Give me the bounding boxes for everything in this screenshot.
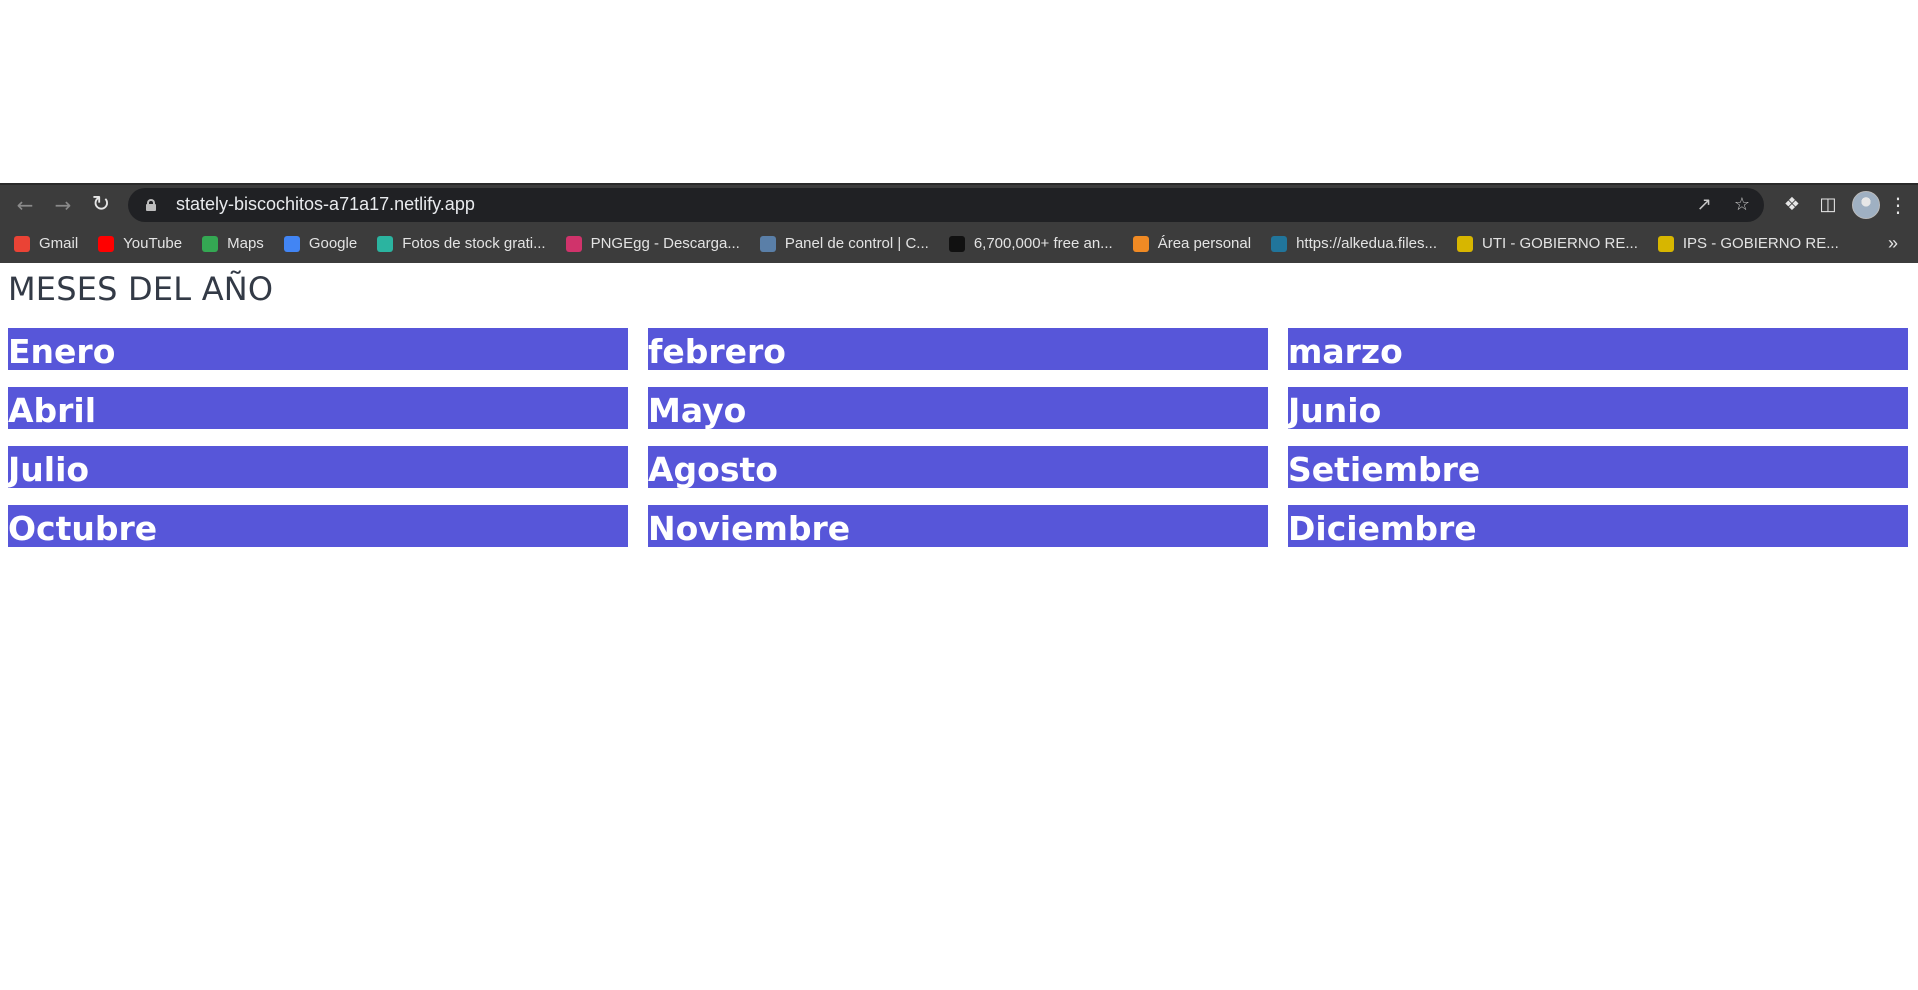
month-item: Junio bbox=[1288, 387, 1908, 429]
month-item: Diciembre bbox=[1288, 505, 1908, 547]
bookmark-item[interactable]: Gmail bbox=[14, 235, 78, 252]
google-icon bbox=[283, 235, 300, 252]
panel-icon bbox=[759, 235, 776, 252]
forward-arrow-icon[interactable]: → bbox=[48, 190, 78, 220]
wordpress-icon bbox=[1271, 235, 1288, 252]
bookmark-item[interactable]: PNGEgg - Descarga... bbox=[565, 235, 740, 252]
month-item: Setiembre bbox=[1288, 446, 1908, 488]
url-text[interactable]: stately-biscochitos-a71a17.netlify.app bbox=[176, 194, 1675, 215]
share-icon[interactable]: ↗ bbox=[1697, 194, 1712, 215]
bookmark-label: Panel de control | C... bbox=[784, 235, 929, 252]
month-item: Enero bbox=[8, 328, 628, 370]
page-content: MESES DEL AÑO Enero febrero marzo Abril Mayo… bbox=[0, 269, 1918, 547]
bookmark-label: IPS - GOBIERNO RE... bbox=[1682, 235, 1839, 252]
bookmark-label: https://alkedua.files... bbox=[1296, 235, 1438, 252]
gobierno-icon-2 bbox=[1657, 235, 1674, 252]
bookmark-star-icon[interactable]: ☆ bbox=[1734, 194, 1750, 215]
browser-toolbar: ← → ↻ stately-biscochitos-a71a17.netlify… bbox=[0, 185, 1918, 224]
month-item: Julio bbox=[8, 446, 628, 488]
pngegg-icon bbox=[565, 235, 582, 252]
bookmark-label: 6,700,000+ free an... bbox=[973, 235, 1113, 252]
bookmark-item[interactable]: Área personal bbox=[1132, 235, 1252, 252]
blank-area bbox=[0, 0, 1918, 183]
youtube-icon bbox=[98, 235, 115, 252]
bookmark-item[interactable]: Maps bbox=[202, 235, 264, 252]
bookmarks-bar: Gmail YouTube Maps Google Fotos de stock gra… bbox=[0, 224, 1918, 263]
bookmark-item[interactable]: IPS - GOBIERNO RE... bbox=[1657, 235, 1839, 252]
lock-icon[interactable] bbox=[146, 198, 156, 211]
page-title: MESES DEL AÑO bbox=[8, 270, 274, 308]
month-item: Abril bbox=[8, 387, 628, 429]
month-item: Mayo bbox=[648, 387, 1268, 429]
bookmark-item[interactable]: YouTube bbox=[98, 235, 182, 252]
bookmark-item[interactable]: UTI - GOBIERNO RE... bbox=[1457, 235, 1638, 252]
bookmark-label: PNGEgg - Descarga... bbox=[590, 235, 740, 252]
month-item: Octubre bbox=[8, 505, 628, 547]
bookmark-item[interactable]: Google bbox=[283, 235, 358, 252]
bookmark-item[interactable]: Panel de control | C... bbox=[759, 235, 929, 252]
bookmark-label: Google bbox=[308, 235, 358, 252]
bookmark-item[interactable]: https://alkedua.files... bbox=[1271, 235, 1437, 252]
profile-avatar[interactable] bbox=[1852, 190, 1880, 219]
menu-dots-icon[interactable]: ⋮ bbox=[1886, 193, 1910, 217]
free-icon bbox=[948, 235, 965, 252]
stock-photos-icon bbox=[377, 235, 394, 252]
side-panel-icon[interactable]: ◫ bbox=[1810, 190, 1846, 220]
month-item: febrero bbox=[648, 328, 1268, 370]
maps-icon bbox=[202, 235, 219, 252]
back-arrow-icon[interactable]: ← bbox=[10, 190, 40, 220]
extensions-puzzle-icon[interactable]: ❖ bbox=[1774, 190, 1810, 220]
bookmark-label: Fotos de stock grati... bbox=[402, 235, 546, 252]
browser-chrome: ← → ↻ stately-biscochitos-a71a17.netlify… bbox=[0, 183, 1918, 263]
bookmark-label: Área personal bbox=[1157, 235, 1252, 252]
area-personal-icon bbox=[1132, 235, 1149, 252]
month-item: Noviembre bbox=[648, 505, 1268, 547]
bookmark-label: YouTube bbox=[123, 235, 183, 252]
bookmark-item[interactable]: 6,700,000+ free an... bbox=[948, 235, 1113, 252]
months-grid: Enero febrero marzo Abril Mayo Junio Julio Agos… bbox=[8, 328, 1910, 547]
gmail-icon bbox=[14, 235, 30, 252]
bookmark-label: UTI - GOBIERNO RE... bbox=[1482, 235, 1638, 252]
month-item: marzo bbox=[1288, 328, 1908, 370]
address-bar[interactable]: stately-biscochitos-a71a17.netlify.app ↗… bbox=[128, 187, 1764, 222]
gobierno-icon bbox=[1457, 235, 1474, 252]
bookmark-item[interactable]: Fotos de stock grati... bbox=[377, 235, 546, 252]
bookmark-label: Maps bbox=[227, 235, 264, 252]
bookmarks-overflow-icon[interactable]: » bbox=[1888, 233, 1912, 254]
bookmark-label: Gmail bbox=[39, 235, 79, 252]
month-item: Agosto bbox=[648, 446, 1268, 488]
reload-icon[interactable]: ↻ bbox=[86, 190, 116, 220]
